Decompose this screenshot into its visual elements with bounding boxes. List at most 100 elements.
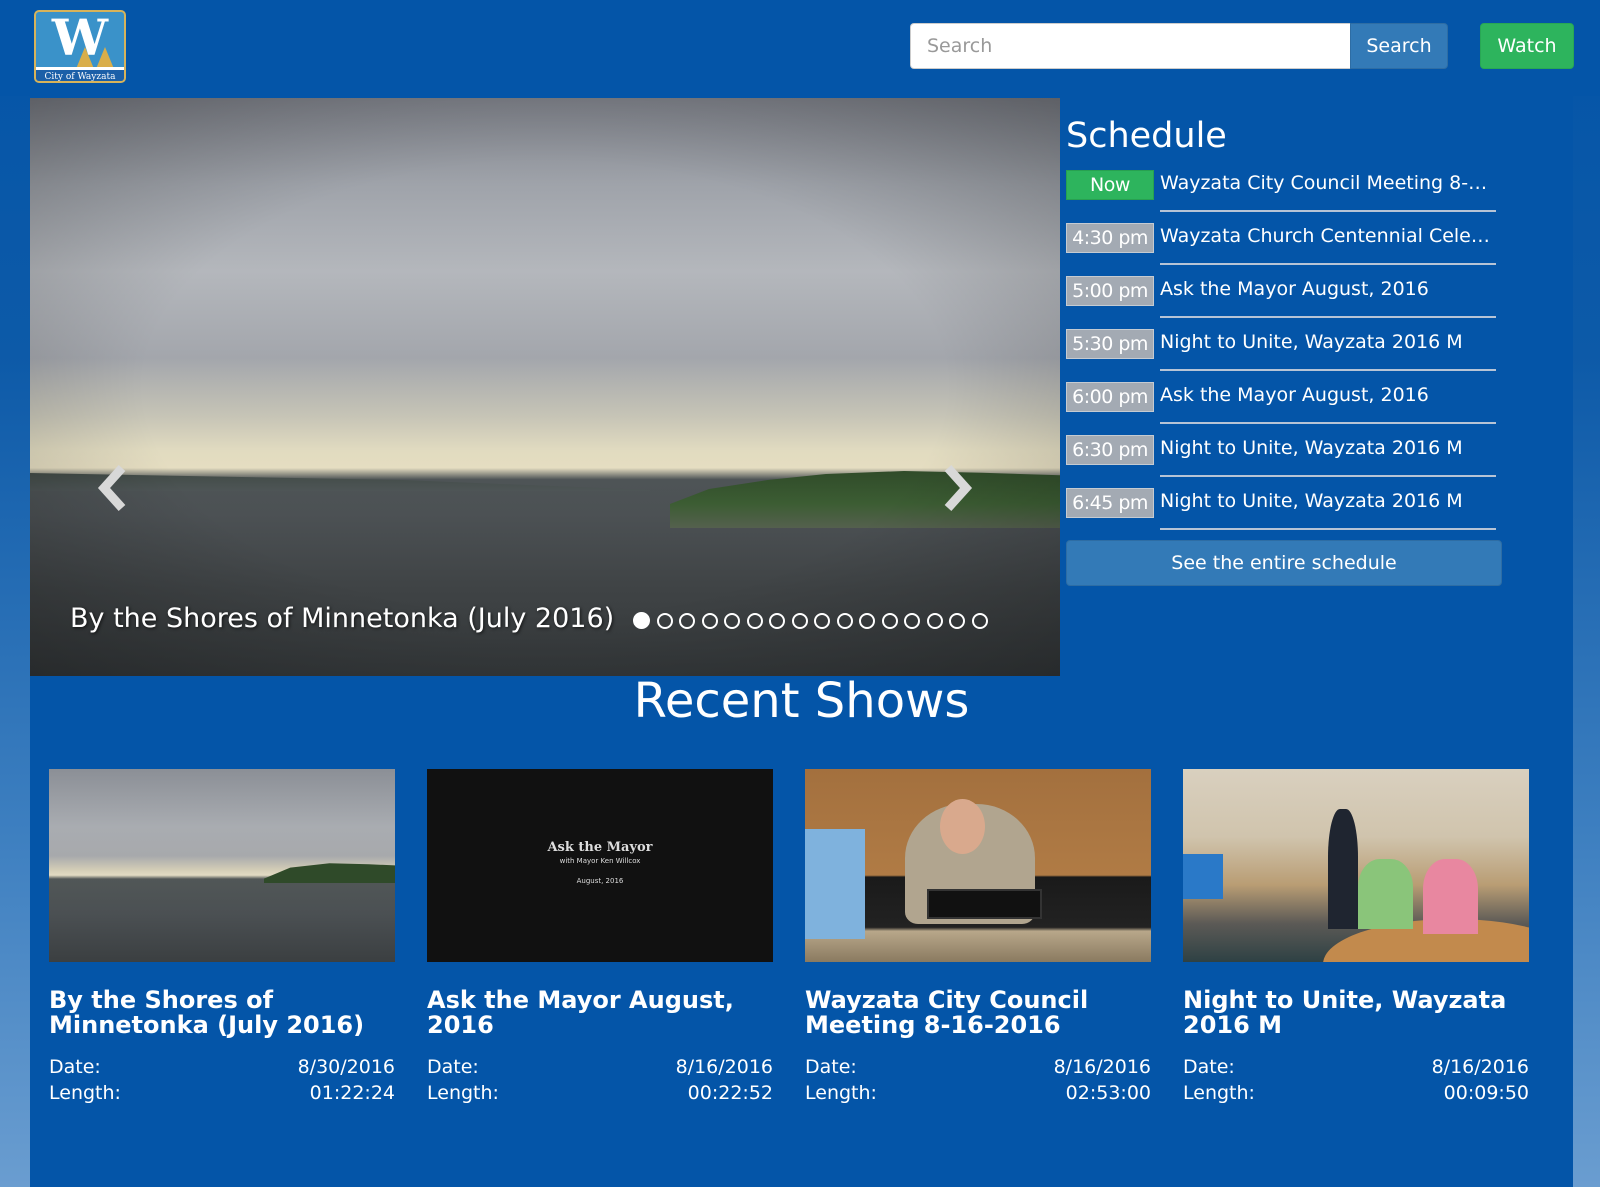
schedule-item[interactable]: 6:45 pm Night to Unite, Wayzata 2016 M xyxy=(1066,486,1506,539)
carousel-indicator[interactable] xyxy=(859,612,875,629)
show-meta: Date: 8/16/2016 Length: 02:53:00 xyxy=(805,1054,1151,1106)
see-entire-schedule-button[interactable]: See the entire schedule xyxy=(1066,540,1502,586)
schedule-item-title[interactable]: Night to Unite, Wayzata 2016 M xyxy=(1160,327,1490,357)
schedule-item-title[interactable]: Night to Unite, Wayzata 2016 M xyxy=(1160,433,1490,463)
schedule-item[interactable]: Now Wayzata City Council Meeting 8-… xyxy=(1066,168,1506,221)
schedule-item-title[interactable]: Night to Unite, Wayzata 2016 M xyxy=(1160,486,1490,516)
length-label: Length: xyxy=(1183,1082,1255,1104)
carousel-prev-button[interactable] xyxy=(92,463,132,513)
logo-text: City of Wayzata xyxy=(36,70,124,81)
time-badge: 4:30 pm xyxy=(1066,223,1154,253)
show-date: 8/30/2016 xyxy=(297,1056,395,1078)
schedule-heading: Schedule xyxy=(1066,116,1227,156)
schedule-item-title[interactable]: Wayzata City Council Meeting 8-… xyxy=(1160,168,1490,198)
divider xyxy=(1160,369,1496,371)
time-badge: 5:30 pm xyxy=(1066,329,1154,359)
carousel-indicators xyxy=(633,612,988,629)
show-card: Night to Unite, Wayzata 2016 M Date: 8/16… xyxy=(1183,769,1529,1106)
chevron-left-icon xyxy=(97,464,126,512)
thumb-date: August, 2016 xyxy=(576,877,624,885)
carousel-indicator[interactable] xyxy=(926,612,943,629)
schedule-list: Now Wayzata City Council Meeting 8-… 4:30 … xyxy=(1066,168,1506,539)
carousel-caption[interactable]: By the Shores of Minnetonka (July 2016) xyxy=(70,603,614,634)
show-thumbnail[interactable]: Ask the Mayor with Mayor Ken Willcox Aug… xyxy=(427,769,773,962)
carousel-indicator[interactable] xyxy=(769,612,785,629)
time-badge: 6:30 pm xyxy=(1066,435,1154,465)
watch-button[interactable]: Watch xyxy=(1480,23,1574,69)
length-label: Length: xyxy=(805,1082,877,1104)
show-thumbnail[interactable] xyxy=(49,769,395,962)
schedule-item[interactable]: 5:30 pm Night to Unite, Wayzata 2016 M xyxy=(1066,327,1506,380)
divider xyxy=(1160,263,1496,265)
schedule-panel: Schedule Now Wayzata City Council Meeting… xyxy=(1066,116,1506,586)
logo-letter: W xyxy=(51,10,109,67)
carousel-indicator[interactable] xyxy=(881,612,898,629)
thumb-title: Ask the Mayor xyxy=(547,840,653,855)
carousel-next-button[interactable] xyxy=(938,463,978,513)
search-input[interactable] xyxy=(910,23,1350,69)
show-length: 00:22:52 xyxy=(687,1082,773,1104)
carousel-indicator[interactable] xyxy=(791,612,808,629)
carousel-indicator[interactable] xyxy=(746,612,763,629)
thumb-board xyxy=(1183,854,1223,899)
time-badge: 6:45 pm xyxy=(1066,488,1154,518)
schedule-item[interactable]: 4:30 pm Wayzata Church Centennial Cele… xyxy=(1066,221,1506,274)
divider xyxy=(1160,210,1496,212)
carousel-indicator[interactable] xyxy=(814,612,830,629)
show-thumbnail[interactable] xyxy=(805,769,1151,962)
thumb-figure xyxy=(805,829,865,939)
main-content: By the Shores of Minnetonka (July 2016) … xyxy=(30,96,1573,1187)
schedule-item-title[interactable]: Wayzata Church Centennial Cele… xyxy=(1160,221,1490,251)
show-date: 8/16/2016 xyxy=(1053,1056,1151,1078)
schedule-item[interactable]: 5:00 pm Ask the Mayor August, 2016 xyxy=(1066,274,1506,327)
show-card: Ask the Mayor with Mayor Ken Willcox Aug… xyxy=(427,769,773,1106)
search-button[interactable]: Search xyxy=(1350,23,1448,69)
carousel-indicator[interactable] xyxy=(836,612,853,629)
thumb-figure xyxy=(1358,859,1413,929)
featured-carousel[interactable]: By the Shores of Minnetonka (July 2016) xyxy=(30,98,1060,676)
show-meta: Date: 8/16/2016 Length: 00:22:52 xyxy=(427,1054,773,1106)
show-thumbnail[interactable] xyxy=(1183,769,1529,962)
show-length: 02:53:00 xyxy=(1065,1082,1151,1104)
show-title[interactable]: Night to Unite, Wayzata 2016 M xyxy=(1183,988,1529,1040)
time-badge: 6:00 pm xyxy=(1066,382,1154,412)
divider xyxy=(1160,422,1496,424)
divider xyxy=(1160,528,1496,530)
length-label: Length: xyxy=(427,1082,499,1104)
divider xyxy=(1160,475,1496,477)
carousel-indicator[interactable] xyxy=(633,612,650,629)
carousel-indicator[interactable] xyxy=(724,612,740,629)
search-form: Search xyxy=(910,23,1448,69)
show-meta: Date: 8/16/2016 Length: 00:09:50 xyxy=(1183,1054,1529,1106)
thumb-figure xyxy=(1423,859,1478,934)
show-length: 01:22:24 xyxy=(309,1082,395,1104)
schedule-item-title[interactable]: Ask the Mayor August, 2016 xyxy=(1160,274,1490,304)
schedule-item-title[interactable]: Ask the Mayor August, 2016 xyxy=(1160,380,1490,410)
city-logo[interactable]: W City of Wayzata xyxy=(34,10,126,83)
now-badge: Now xyxy=(1066,170,1154,200)
carousel-indicator[interactable] xyxy=(656,612,673,629)
divider xyxy=(1160,316,1496,318)
carousel-indicator[interactable] xyxy=(701,612,718,629)
show-date: 8/16/2016 xyxy=(675,1056,773,1078)
thumb-figure xyxy=(1328,809,1358,929)
carousel-indicator[interactable] xyxy=(904,612,920,629)
schedule-item[interactable]: 6:00 pm Ask the Mayor August, 2016 xyxy=(1066,380,1506,433)
thumb-monitor xyxy=(927,889,1042,919)
carousel-indicator[interactable] xyxy=(971,612,988,629)
length-label: Length: xyxy=(49,1082,121,1104)
carousel-indicator[interactable] xyxy=(949,612,965,629)
show-date: 8/16/2016 xyxy=(1431,1056,1529,1078)
show-title[interactable]: Wayzata City Council Meeting 8-16-2016 xyxy=(805,988,1151,1040)
show-title[interactable]: Ask the Mayor August, 2016 xyxy=(427,988,773,1040)
carousel-indicator[interactable] xyxy=(679,612,695,629)
show-length: 00:09:50 xyxy=(1443,1082,1529,1104)
date-label: Date: xyxy=(805,1056,857,1078)
date-label: Date: xyxy=(1183,1056,1235,1078)
thumb-subtitle: with Mayor Ken Willcox xyxy=(559,857,641,865)
schedule-item[interactable]: 6:30 pm Night to Unite, Wayzata 2016 M xyxy=(1066,433,1506,486)
show-meta: Date: 8/30/2016 Length: 01:22:24 xyxy=(49,1054,395,1106)
recent-shows-heading: Recent Shows xyxy=(633,673,970,729)
slide-vignette xyxy=(30,98,1060,676)
show-title[interactable]: By the Shores of Minnetonka (July 2016) xyxy=(49,988,395,1040)
